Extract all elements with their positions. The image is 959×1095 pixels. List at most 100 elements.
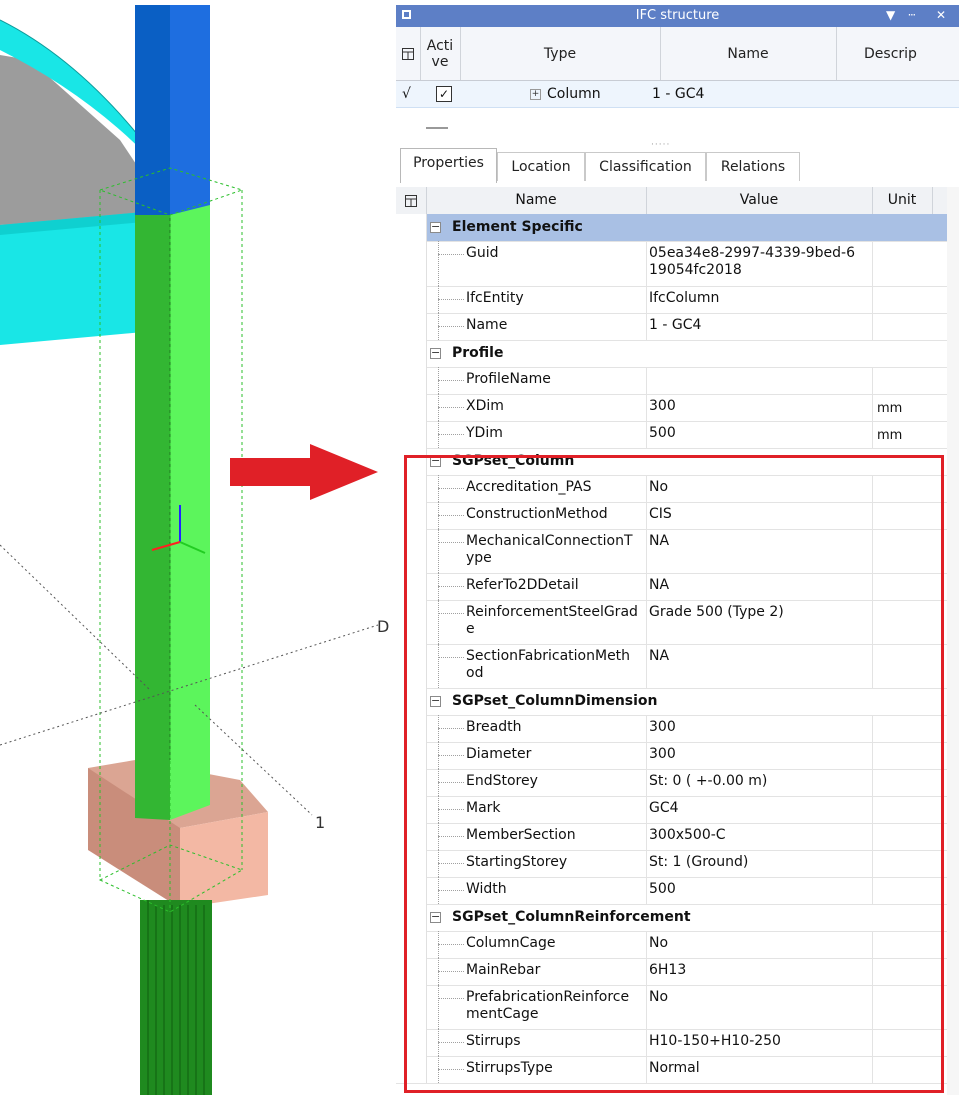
property-value[interactable]: NA [649,648,869,665]
property-row[interactable]: Accreditation_PAS No [396,475,959,503]
tree-branch [438,944,464,945]
row-gutter [396,823,427,850]
3d-viewport[interactable]: D 1 [0,0,396,1095]
property-value[interactable]: 300 [649,719,869,736]
property-value[interactable]: 300 [649,746,869,763]
row-gutter [396,769,427,796]
column-header-name[interactable]: Name [426,187,647,214]
property-row[interactable]: ProfileName [396,367,959,395]
tab-relations[interactable]: Relations [706,152,800,181]
column-header-name[interactable]: Name [660,27,837,80]
row-gutter [396,796,427,823]
collapse-icon[interactable]: − [430,221,441,233]
property-row[interactable]: YDim 500 mm [396,421,959,449]
cell-divider [646,529,647,573]
cell-divider [872,286,873,313]
row-gutter [396,715,427,742]
column-header-value[interactable]: Value [646,187,873,214]
property-row[interactable]: ConstructionMethod CIS [396,502,959,530]
splitter-handle[interactable] [426,127,448,129]
active-checkbox[interactable]: ✓ [436,86,452,102]
tree-branch [438,809,464,810]
property-group-row[interactable]: − SGPset_ColumnDimension [396,688,959,716]
collapse-icon[interactable]: − [430,911,441,923]
property-row[interactable]: Mark GC4 [396,796,959,824]
column-header-type[interactable]: Type [460,27,661,80]
property-row[interactable]: Diameter 300 [396,742,959,770]
property-row[interactable]: MechanicalConnectionT ype NA [396,529,959,574]
property-group-row[interactable]: − Profile [396,340,959,368]
column-header-active[interactable]: Acti ve [420,27,461,80]
property-value[interactable]: GC4 [649,800,869,817]
ifc-structure-row[interactable]: √ ✓ + Column 1 - GC4 [396,81,959,108]
property-row[interactable]: Name 1 - GC4 [396,313,959,341]
close-icon[interactable]: ✕ [936,8,946,22]
property-row[interactable]: IfcEntity IfcColumn [396,286,959,314]
pin-icon[interactable]: ⵈ [908,8,916,22]
property-value[interactable]: H10-150+H10-250 [649,1033,869,1050]
cell-divider [646,1029,647,1056]
collapse-icon[interactable]: − [430,455,441,467]
column-gc4-side [135,215,170,820]
property-value[interactable]: NA [649,577,869,594]
cell-divider [646,985,647,1029]
vertical-scrollbar[interactable] [947,187,959,1095]
tree-branch [438,998,464,999]
property-row[interactable]: ReinforcementSteelGrad e Grade 500 (Type … [396,600,959,645]
property-group-row[interactable]: − SGPset_ColumnReinforcement [396,904,959,932]
property-row[interactable]: MainRebar 6H13 [396,958,959,986]
property-row[interactable]: Width 500 [396,877,959,905]
property-row[interactable]: SectionFabricationMeth od NA [396,644,959,689]
cell-divider [646,644,647,688]
property-name: PrefabricationReinforce mentCage [466,989,630,1022]
row-gutter [396,644,427,688]
type-cell[interactable]: + Column [530,81,601,107]
expand-icon[interactable]: + [530,88,541,100]
tab-properties[interactable]: Properties [400,148,497,183]
property-value[interactable]: No [649,935,869,952]
property-row[interactable]: Breadth 300 [396,715,959,743]
property-row[interactable]: ColumnCage No [396,931,959,959]
property-row[interactable]: StirrupsType Normal [396,1056,959,1084]
property-name: Breadth [466,719,522,735]
property-row[interactable]: ReferTo2DDetail NA [396,573,959,601]
property-value[interactable]: 1 - GC4 [649,317,869,334]
property-value[interactable]: St: 1 (Ground) [649,854,869,871]
column-header-description[interactable]: Descrip [836,27,959,80]
property-value[interactable]: 500 [649,881,869,898]
property-value[interactable]: No [649,479,869,496]
collapse-icon[interactable]: − [430,695,441,707]
property-row[interactable]: Guid 05ea34e8-2997-4339-9bed-6 19054fc201… [396,241,959,287]
dropdown-icon[interactable]: ▼ [886,8,895,22]
column-chooser-icon[interactable] [396,27,421,80]
property-group-row[interactable]: − SGPset_Column [396,448,959,476]
row-gutter [396,475,427,502]
property-value[interactable]: IfcColumn [649,290,869,307]
tab-location[interactable]: Location [497,152,585,181]
property-row[interactable]: Stirrups H10-150+H10-250 [396,1029,959,1057]
property-group-row[interactable]: − Element Specific [396,214,959,242]
property-value[interactable]: Normal [649,1060,869,1077]
group-label: SGPset_Column [452,453,575,469]
property-value[interactable]: 500 [649,425,869,442]
property-value[interactable]: Grade 500 (Type 2) [649,604,869,621]
property-value[interactable]: 6H13 [649,962,869,979]
property-value[interactable]: 05ea34e8-2997-4339-9bed-6 19054fc2018 [649,245,869,279]
property-value[interactable]: St: 0 ( +-0.00 m) [649,773,869,790]
property-row[interactable]: MemberSection 300x500-C [396,823,959,851]
collapse-icon[interactable]: − [430,347,441,359]
property-value[interactable]: NA [649,533,869,550]
property-row[interactable]: PrefabricationReinforce mentCage No [396,985,959,1030]
tab-classification[interactable]: Classification [585,152,706,181]
property-value[interactable]: 300x500-C [649,827,869,844]
property-row[interactable]: EndStorey St: 0 ( +-0.00 m) [396,769,959,797]
property-value[interactable]: 300 [649,398,869,415]
property-row[interactable]: XDim 300 mm [396,394,959,422]
row-gutter [396,688,427,715]
column-header-unit[interactable]: Unit [872,187,933,214]
column-chooser-icon[interactable] [396,187,427,214]
property-row[interactable]: StartingStorey St: 1 (Ground) [396,850,959,878]
property-value[interactable]: CIS [649,506,869,523]
property-value[interactable]: No [649,989,869,1006]
row-gutter [396,313,427,340]
